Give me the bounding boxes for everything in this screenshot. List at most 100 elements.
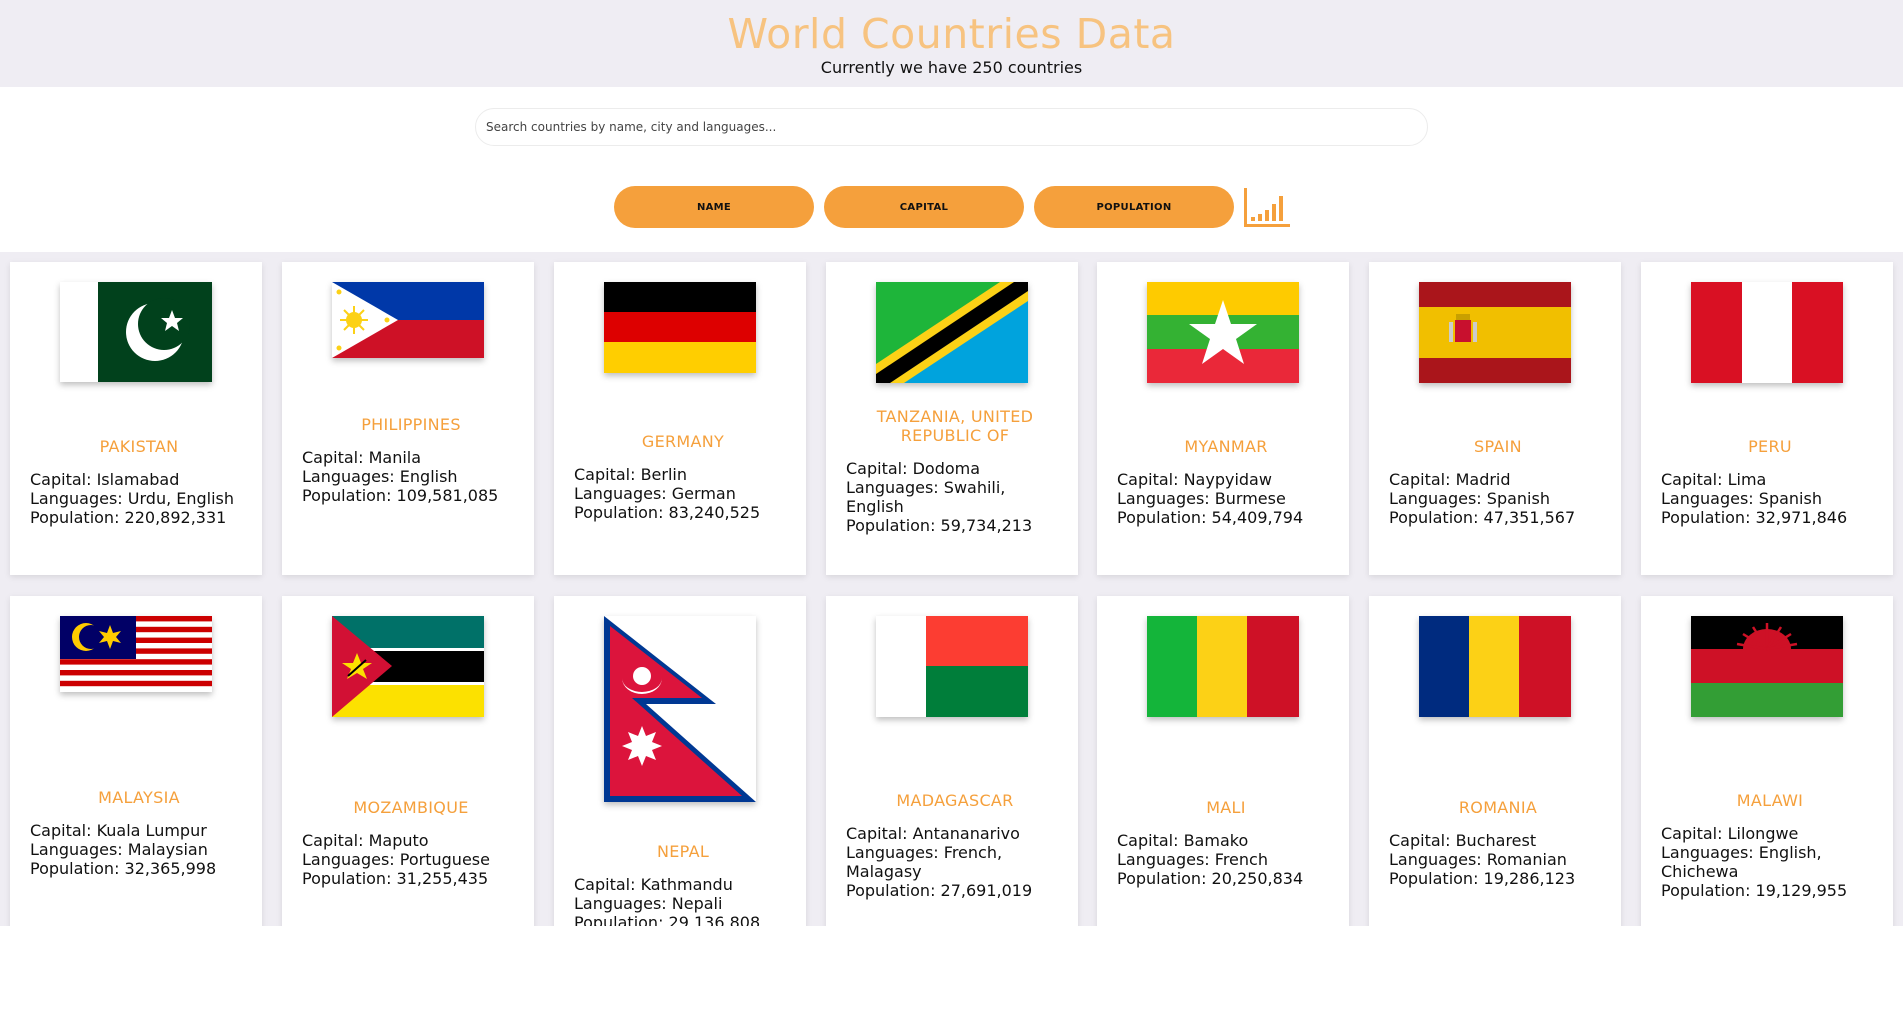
country-capital-value: Berlin [640,465,688,484]
country-name: GERMANY [641,432,725,451]
page-title: World Countries Data [727,10,1176,58]
country-population-value: 19,129,955 [1755,881,1848,900]
country-capital-line: Capital: Dodoma [846,459,1064,478]
country-card: TANZANIA, UNITED REPUBLIC OF Capital: Dod… [826,262,1078,575]
country-population-line: Population: 19,129,955 [1661,881,1879,900]
country-languages-line: Languages: Spanish [1389,489,1607,508]
search-container [475,108,1428,146]
malawi-flag-image [1691,616,1843,717]
country-name: ROMANIA [1458,798,1538,817]
country-languages-label: Languages: [302,850,400,869]
country-languages-line: Languages: Burmese [1117,489,1335,508]
country-languages-label: Languages: [1661,843,1759,862]
country-capital-label: Capital: [1389,831,1456,850]
country-name: MOZAMBIQUE [353,798,469,817]
country-capital-value: Naypyidaw [1183,470,1272,489]
country-name: PERU [1748,437,1792,456]
bar-chart-icon[interactable] [1244,186,1290,228]
sort-by-name-button[interactable]: NAME [614,186,814,228]
country-languages-line: Languages: English [302,467,520,486]
country-languages-value: French [1214,850,1268,869]
country-population-line: Population: 32,365,998 [30,859,248,878]
country-info: TANZANIA, UNITED REPUBLIC OF Capital: Dod… [846,407,1064,535]
country-capital-line: Capital: Bucharest [1389,831,1607,850]
country-population-value: 59,734,213 [940,516,1033,535]
romania-flag-image [1419,616,1571,717]
sort-by-capital-button[interactable]: CAPITAL [824,186,1024,228]
country-languages-label: Languages: [30,489,128,508]
country-population-value: 32,365,998 [124,859,217,878]
country-languages-line: Languages: French, Malagasy [846,843,1064,881]
country-languages-line: Languages: Romanian [1389,850,1607,869]
country-capital-label: Capital: [1661,470,1728,489]
country-capital-label: Capital: [1389,470,1456,489]
country-population-label: Population: [1389,869,1484,888]
country-info: SPAIN Capital: Madrid Languages: Spanish Po… [1389,437,1607,527]
country-capital-label: Capital: [846,459,913,478]
country-capital-line: Capital: Islamabad [30,470,248,489]
country-population-value: 220,892,331 [124,508,227,527]
country-population-value: 31,255,435 [396,869,489,888]
country-info: PAKISTAN Capital: Islamabad Languages: Urd… [30,437,248,527]
country-info: MALAWI Capital: Lilongwe Languages: Englis… [1661,791,1879,900]
country-population-label: Population: [1117,508,1212,527]
country-population-line: Population: 20,250,834 [1117,869,1335,888]
country-capital-label: Capital: [1661,824,1728,843]
country-languages-label: Languages: [846,478,944,497]
country-name: MALI [1206,798,1246,817]
country-capital-label: Capital: [30,821,97,840]
country-name: MYANMAR [1184,437,1268,456]
search-input[interactable] [475,108,1428,146]
country-population-line: Population: 27,691,019 [846,881,1064,900]
sort-by-population-button[interactable]: POPULATION [1034,186,1234,228]
country-languages-line: Languages: Portuguese [302,850,520,869]
country-population-value: 29,136,808 [668,913,761,926]
country-capital-value: Lima [1727,470,1767,489]
country-capital-value: Kathmandu [640,875,733,894]
country-population-line: Population: 83,240,525 [574,503,792,522]
country-info: NEPAL Capital: Kathmandu Languages: Nepali… [574,842,792,926]
country-population-value: 109,581,085 [396,486,499,505]
country-capital-value: Lilongwe [1727,824,1799,843]
country-capital-line: Capital: Lilongwe [1661,824,1879,843]
country-capital-value: Maputo [368,831,429,850]
country-capital-line: Capital: Berlin [574,465,792,484]
country-population-value: 27,691,019 [940,881,1033,900]
country-population-line: Population: 59,734,213 [846,516,1064,535]
country-card: MALAWI Capital: Lilongwe Languages: Englis… [1641,596,1893,926]
country-capital-line: Capital: Kathmandu [574,875,792,894]
country-capital-value: Antananarivo [912,824,1020,843]
country-card: MYANMAR Capital: Naypyidaw Languages: Burm… [1097,262,1349,575]
country-population-value: 54,409,794 [1211,508,1304,527]
country-capital-line: Capital: Manila [302,448,520,467]
country-capital-value: Bucharest [1455,831,1537,850]
madagascar-flag-image [876,616,1028,717]
country-capital-label: Capital: [302,831,369,850]
country-card: MADAGASCAR Capital: Antananarivo Languages… [826,596,1078,926]
myanmar-flag-image [1147,282,1299,383]
country-population-line: Population: 47,351,567 [1389,508,1607,527]
country-languages-line: Languages: Malaysian [30,840,248,859]
page-subtitle: Currently we have 250 countries [820,58,1083,77]
country-population-value: 19,286,123 [1483,869,1576,888]
country-languages-label: Languages: [302,467,400,486]
country-card: MOZAMBIQUE Capital: Maputo Languages: Port… [282,596,534,926]
country-languages-value: Burmese [1214,489,1286,508]
country-population-label: Population: [302,486,397,505]
country-languages-value: Urdu, English [127,489,235,508]
country-languages-value: Spanish [1758,489,1822,508]
country-population-label: Population: [574,913,669,926]
countries-grid: PAKISTAN Capital: Islamabad Languages: Urd… [0,252,1903,926]
country-name: TANZANIA, UNITED REPUBLIC OF [876,407,1034,445]
country-languages-value: Portuguese [399,850,490,869]
country-capital-label: Capital: [30,470,97,489]
mozambique-flag-image [332,616,484,717]
country-population-label: Population: [30,859,125,878]
country-card: ROMANIA Capital: Bucharest Languages: Roma… [1369,596,1621,926]
country-name: NEPAL [656,842,710,861]
country-languages-line: Languages: Urdu, English [30,489,248,508]
country-card: MALI Capital: Bamako Languages: French Popu… [1097,596,1349,926]
country-languages-value: Romanian [1486,850,1567,869]
country-population-line: Population: 109,581,085 [302,486,520,505]
country-population-label: Population: [846,516,941,535]
